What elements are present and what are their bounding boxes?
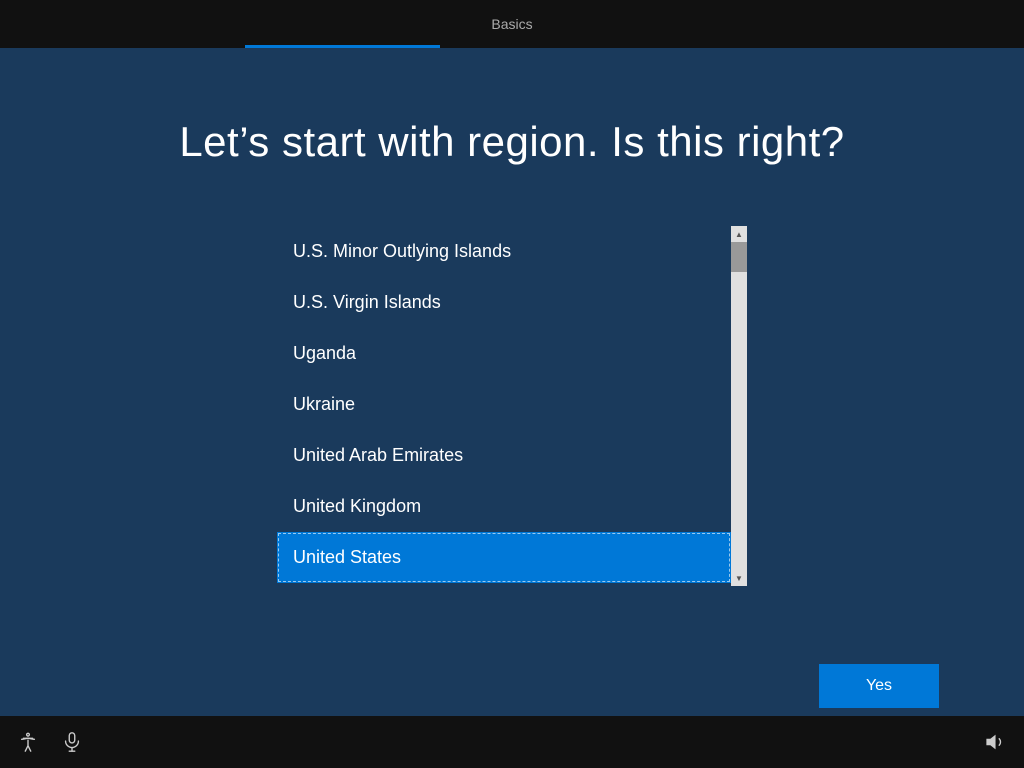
region-list-container: U.S. Minor Outlying IslandsU.S. Virgin I… bbox=[277, 226, 747, 586]
page-heading: Let’s start with region. Is this right? bbox=[179, 118, 844, 166]
accessibility-icon[interactable] bbox=[16, 730, 40, 754]
region-item-ukraine[interactable]: Ukraine bbox=[277, 379, 731, 430]
bottom-taskbar bbox=[0, 716, 1024, 768]
scrollbar-thumb[interactable] bbox=[731, 242, 747, 272]
scrollbar-track[interactable]: ▲ ▼ bbox=[731, 226, 747, 586]
region-item-us[interactable]: United States bbox=[277, 532, 731, 583]
region-scroll-area: U.S. Minor Outlying IslandsU.S. Virgin I… bbox=[277, 226, 747, 586]
top-bar-title: Basics bbox=[491, 16, 532, 32]
bottom-left-icons bbox=[16, 730, 84, 754]
top-bar: Basics bbox=[0, 0, 1024, 48]
region-item-uk[interactable]: United Kingdom bbox=[277, 481, 731, 532]
region-item-us-virgin[interactable]: U.S. Virgin Islands bbox=[277, 277, 731, 328]
scrollbar-down-arrow[interactable]: ▼ bbox=[731, 570, 747, 586]
scrollbar-up-arrow[interactable]: ▲ bbox=[731, 226, 747, 242]
bottom-right-icons bbox=[984, 730, 1008, 754]
main-content: Let’s start with region. Is this right? … bbox=[0, 48, 1024, 586]
yes-button[interactable]: Yes bbox=[819, 664, 939, 708]
microphone-icon[interactable] bbox=[60, 730, 84, 754]
volume-icon[interactable] bbox=[984, 730, 1008, 754]
region-item-us-minor[interactable]: U.S. Minor Outlying Islands bbox=[277, 226, 731, 277]
region-list-items: U.S. Minor Outlying IslandsU.S. Virgin I… bbox=[277, 226, 731, 586]
top-bar-indicator bbox=[245, 45, 440, 48]
region-item-uganda[interactable]: Uganda bbox=[277, 328, 731, 379]
region-item-uae[interactable]: United Arab Emirates bbox=[277, 430, 731, 481]
